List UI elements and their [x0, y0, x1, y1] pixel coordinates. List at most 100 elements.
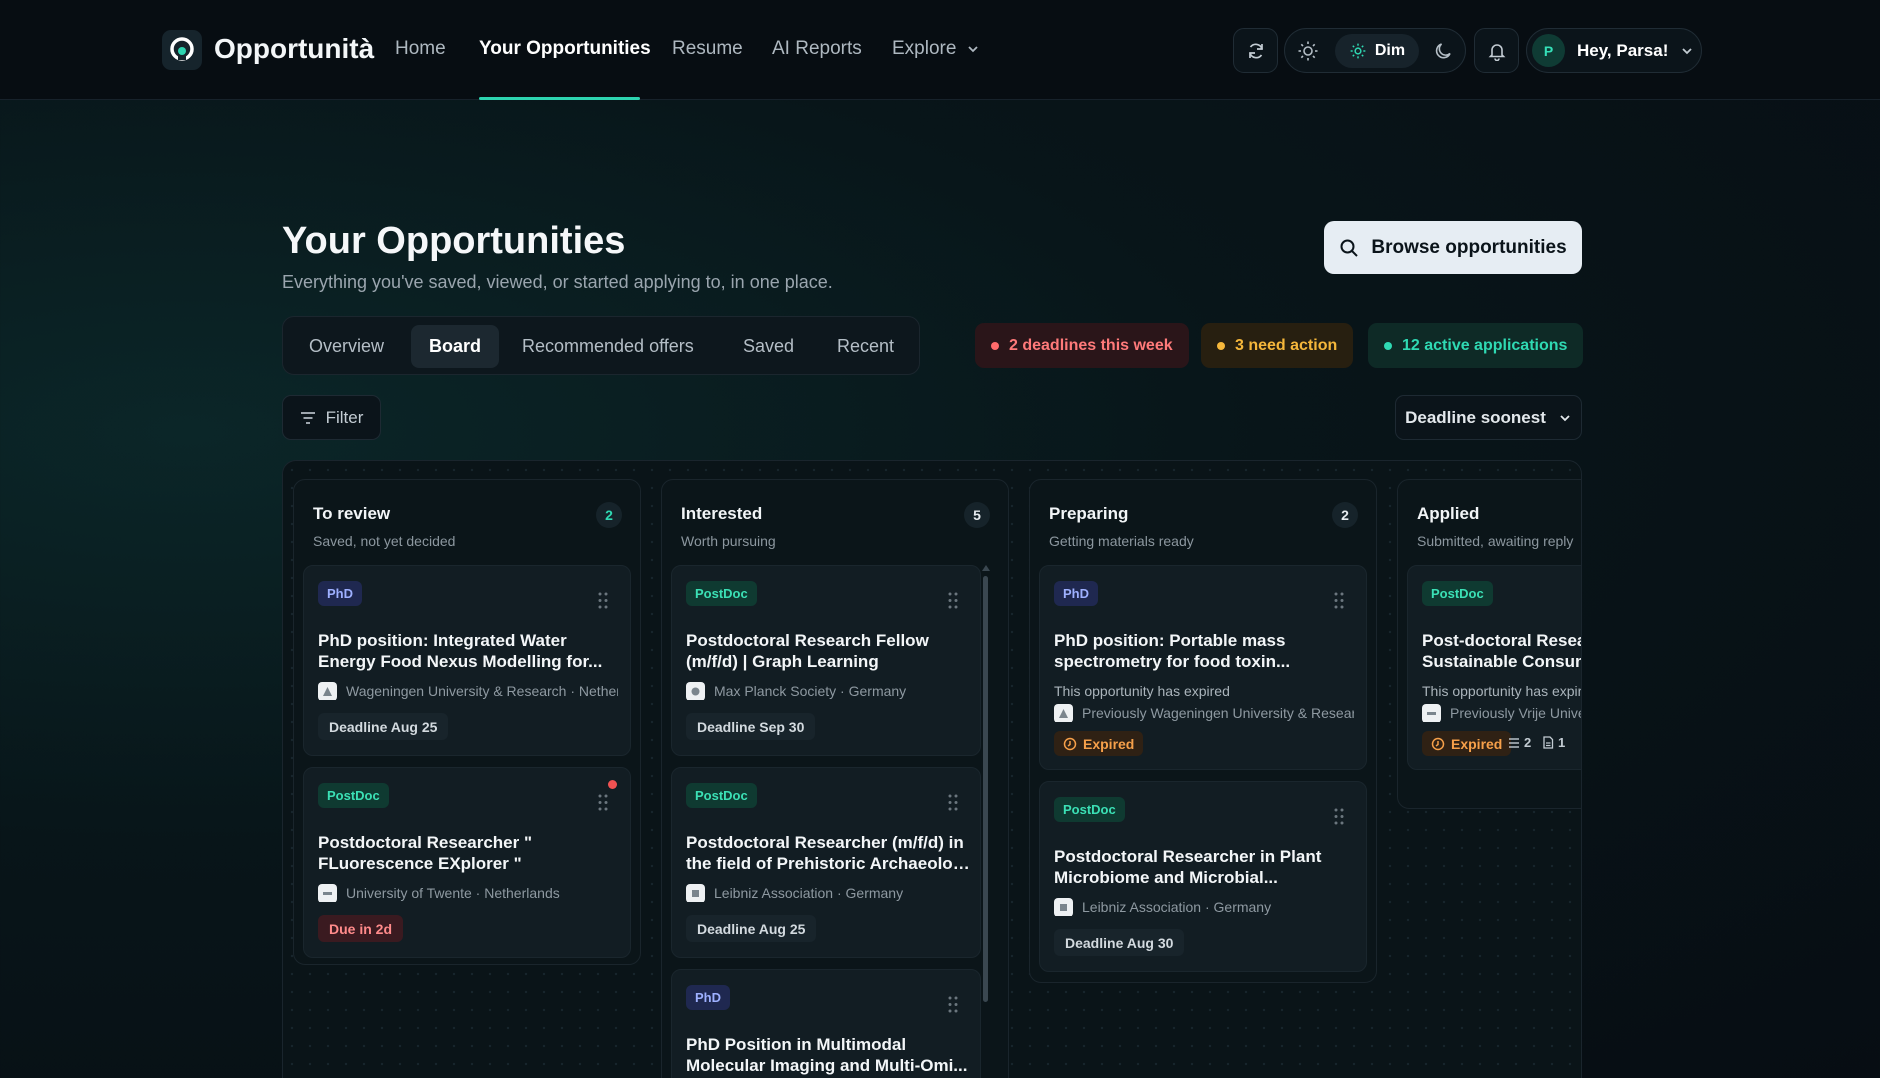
opportunity-card[interactable]: PostDoc Postdoctoral Researcher (m/f/d) …: [671, 767, 981, 958]
browse-opportunities-button[interactable]: Browse opportunities: [1324, 221, 1582, 274]
org-logo-icon: [318, 682, 337, 700]
sort-dropdown[interactable]: Deadline soonest: [1395, 395, 1582, 440]
card-title: Postdoctoral Researcher (m/f/d) in the f…: [686, 832, 971, 874]
nav-link-your-opportunities[interactable]: Your Opportunities: [479, 38, 651, 60]
org-label: Leibniz Association · Germany: [1082, 899, 1272, 915]
drag-handle-icon[interactable]: [948, 794, 958, 811]
active-applications-badge-label: 12 active applications: [1402, 336, 1568, 354]
tab-recommended-offers[interactable]: Recommended offers: [522, 325, 694, 368]
scroll-up-arrow-icon[interactable]: [982, 565, 990, 571]
drag-handle-icon[interactable]: [598, 592, 608, 609]
column-count: 2: [596, 502, 622, 528]
nav-link-explore[interactable]: Explore: [892, 38, 980, 60]
card-title-line-1: Postdoctoral Researcher (m/f/d) in: [686, 833, 964, 852]
drag-handle-icon[interactable]: [598, 794, 608, 811]
column-subtitle: Worth pursuing: [681, 533, 776, 549]
notifications-button[interactable]: [1474, 28, 1519, 73]
filter-button[interactable]: Filter: [282, 395, 381, 440]
due-badge: Due in 2d: [318, 915, 404, 942]
nav-link-resume[interactable]: Resume: [672, 38, 743, 60]
expired-note: This opportunity has expired: [1422, 683, 1582, 699]
status-dot: [991, 341, 999, 350]
column-scrollbar[interactable]: [983, 576, 988, 1002]
active-nav-indicator: [479, 97, 640, 100]
nav-link-home[interactable]: Home: [395, 38, 446, 60]
view-tabs: Overview Board Recommended offers Saved …: [282, 316, 920, 375]
expired-badge: Expired: [1422, 731, 1512, 756]
logo-icon[interactable]: [162, 30, 202, 70]
tab-recent[interactable]: Recent: [837, 325, 894, 368]
documents-count-value: 1: [1558, 735, 1566, 750]
moon-icon[interactable]: [1433, 40, 1455, 67]
org-label: University of Twente · Netherlands: [346, 885, 560, 901]
user-greeting: Hey, Parsa!: [1577, 40, 1669, 60]
card-organization: Leibniz Association · Germany: [686, 884, 986, 902]
deadline-badge: Deadline Sep 30: [686, 713, 816, 740]
document-icon: [1543, 736, 1554, 749]
browse-opportunities-label: Browse opportunities: [1371, 236, 1567, 258]
search-icon: [1340, 239, 1359, 257]
org-label: Wageningen University & Research · Nethe…: [346, 683, 618, 699]
unread-indicator: [608, 780, 617, 789]
org-logo-icon: [318, 884, 337, 902]
drag-handle-icon[interactable]: [1334, 592, 1344, 609]
theme-dim-button[interactable]: Dim: [1335, 34, 1419, 68]
active-applications-badge[interactable]: 12 active applications: [1368, 323, 1584, 368]
chevron-down-icon: [968, 46, 979, 53]
column-subtitle: Saved, not yet decided: [313, 533, 456, 549]
user-menu[interactable]: P Hey, Parsa!: [1526, 28, 1702, 73]
sun-icon[interactable]: [1297, 40, 1319, 67]
column-title: Applied: [1417, 504, 1480, 523]
card-title: PhD position: Integrated Water Energy Fo…: [318, 630, 618, 672]
documents-count: 1: [1542, 735, 1565, 750]
clock-alert-icon: [1063, 737, 1077, 750]
column-to-review: To review Saved, not yet decided 2 PhD P…: [293, 479, 641, 965]
type-tag: PostDoc: [1422, 581, 1493, 606]
opportunity-card[interactable]: PostDoc Post-doctoral Researcher Sustain…: [1407, 565, 1582, 770]
opportunity-card[interactable]: PhD PhD Position in Multimodal Molecular…: [671, 969, 981, 1078]
drag-handle-icon[interactable]: [948, 592, 958, 609]
org-label: Max Planck Society · Germany: [714, 683, 907, 699]
opportunity-card[interactable]: PostDoc Postdoctoral Research Fellow (m/…: [671, 565, 981, 756]
opportunity-card[interactable]: PhD PhD position: Integrated Water Energ…: [303, 565, 631, 756]
opportunity-card[interactable]: PhD PhD position: Portable mass spectrom…: [1039, 565, 1367, 770]
page-subtitle: Everything you've saved, viewed, or star…: [282, 272, 833, 292]
need-action-badge-label: 3 need action: [1235, 336, 1338, 354]
column-count: 2: [1332, 502, 1358, 528]
opportunity-card[interactable]: PostDoc Postdoctoral Researcher " FLuore…: [303, 767, 631, 958]
tab-saved[interactable]: Saved: [743, 325, 794, 368]
column-preparing: Preparing Getting materials ready 2 PhD …: [1029, 479, 1377, 983]
nav-link-ai-reports[interactable]: AI Reports: [772, 38, 862, 60]
drag-handle-icon[interactable]: [948, 996, 958, 1013]
expired-note: This opportunity has expired: [1054, 683, 1230, 699]
org-logo-icon: [1054, 898, 1073, 916]
need-action-badge[interactable]: 3 need action: [1201, 323, 1354, 368]
column-title: Preparing: [1049, 504, 1129, 523]
list-icon: [1509, 737, 1519, 748]
opportunity-card[interactable]: PostDoc Postdoctoral Researcher in Plant…: [1039, 781, 1367, 972]
kanban-board: To review Saved, not yet decided 2 PhD P…: [282, 460, 1582, 1078]
type-tag: PhD: [318, 581, 362, 606]
card-organization: Leibniz Association · Germany: [1054, 898, 1354, 916]
deadlines-badge-label: 2 deadlines this week: [1009, 336, 1173, 354]
app-name[interactable]: Opportunità: [214, 33, 374, 65]
type-tag: PostDoc: [318, 783, 389, 808]
tab-board[interactable]: Board: [411, 325, 500, 368]
dim-sun-icon: [1350, 43, 1366, 59]
expired-badge: Expired: [1054, 731, 1144, 756]
card-title-line-1: PhD position: Portable mass: [1054, 631, 1286, 650]
refresh-button[interactable]: [1233, 28, 1278, 73]
column-subtitle: Getting materials ready: [1049, 533, 1194, 549]
deadlines-badge[interactable]: 2 deadlines this week: [975, 323, 1189, 368]
tab-overview[interactable]: Overview: [309, 325, 384, 368]
checklist-count: 2: [1508, 735, 1531, 750]
card-organization: Previously Vrije Universiteit: [1422, 704, 1581, 722]
checklist-count-value: 2: [1524, 735, 1532, 750]
org-logo-icon: [686, 682, 705, 700]
type-tag: PostDoc: [686, 581, 757, 606]
deadline-badge: Deadline Aug 25: [686, 915, 817, 942]
drag-handle-icon[interactable]: [1334, 808, 1344, 825]
chevron-down-icon: [1560, 414, 1570, 421]
status-dot: [1384, 341, 1392, 350]
column-title: Interested: [681, 504, 763, 523]
